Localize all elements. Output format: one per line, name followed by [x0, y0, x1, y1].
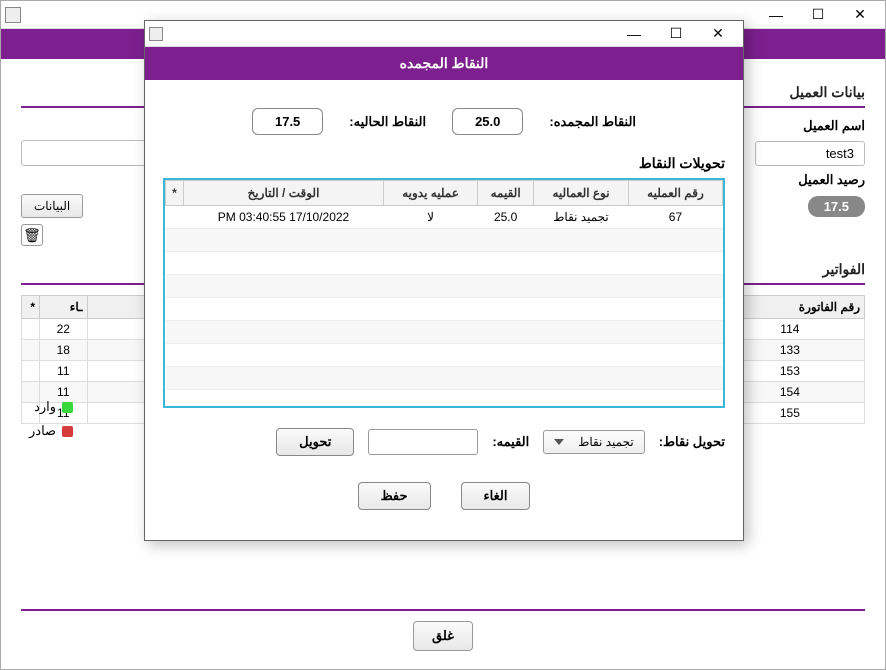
divider	[21, 609, 865, 611]
dialog-icon	[149, 27, 163, 41]
main-minimize-button[interactable]: —	[755, 3, 797, 27]
col-manual: عمليه يدويه	[383, 181, 477, 206]
customer-balance-badge: 17.5	[808, 196, 865, 217]
inv-col-end: ـاء	[40, 296, 88, 319]
customer-balance-label: رصيد العميل	[785, 172, 865, 188]
app-icon	[5, 7, 21, 23]
frozen-points-value: 25.0	[452, 108, 523, 135]
col-add[interactable]: *	[166, 181, 184, 206]
legend-outgoing-icon	[62, 426, 73, 437]
transactions-table-frame[interactable]: رقم العمليه نوع العماليه القيمه عمليه يد…	[163, 178, 725, 408]
legend-outgoing-label: صادر	[29, 423, 56, 439]
current-points-value: 17.5	[252, 108, 323, 135]
frozen-points-label: النقاط المجمده:	[549, 114, 636, 130]
convert-points-label: تحويل نقاط:	[659, 434, 725, 450]
dialog-maximize-button[interactable]: ☐	[655, 22, 697, 46]
current-points-label: النقاط الحاليه:	[349, 114, 426, 130]
save-button[interactable]: حفظ	[358, 482, 431, 510]
transactions-title: تحويلات النقاط	[163, 155, 725, 172]
dialog-titlebar: — ☐ ✕	[145, 21, 743, 47]
dialog-close-button[interactable]: ✕	[697, 22, 739, 46]
delete-icon[interactable]: 🗑	[21, 224, 43, 246]
cancel-button[interactable]: الغاء	[461, 482, 531, 510]
customer-name-input[interactable]	[755, 141, 865, 166]
dialog-minimize-button[interactable]: —	[613, 22, 655, 46]
dialog-title: النقاط المجمده	[145, 47, 743, 80]
main-maximize-button[interactable]: ☐	[797, 3, 839, 27]
frozen-points-dialog: — ☐ ✕ النقاط المجمده النقاط المجمده: 25.…	[144, 20, 744, 541]
col-value: القيمه	[478, 181, 534, 206]
chevron-down-icon	[554, 437, 564, 447]
value-input[interactable]	[368, 429, 478, 455]
legend-incoming-label: وارد	[34, 399, 56, 415]
customer-name-label: اسم العميل	[785, 118, 865, 134]
dropdown-selected: تجميد نقاط	[578, 435, 633, 449]
convert-type-dropdown[interactable]: تجميد نقاط	[543, 430, 644, 454]
legend: وارد صادر	[29, 399, 73, 439]
col-datetime: الوقت / التاريخ	[184, 181, 384, 206]
data-button[interactable]: البيانات	[21, 194, 83, 218]
main-close-button[interactable]: ✕	[839, 3, 881, 27]
value-label: القيمه:	[492, 434, 529, 450]
transactions-table: رقم العمليه نوع العماليه القيمه عمليه يد…	[165, 180, 723, 408]
col-type: نوع العماليه	[534, 181, 629, 206]
table-row[interactable]: 67تجميد نقاط25.0لا17/10/2022 03:40:55 PM	[166, 206, 723, 229]
convert-button[interactable]: تحويل	[276, 428, 354, 456]
close-button[interactable]: غلق	[413, 621, 473, 651]
col-id: رقم العمليه	[628, 181, 722, 206]
legend-incoming-icon	[62, 402, 73, 413]
